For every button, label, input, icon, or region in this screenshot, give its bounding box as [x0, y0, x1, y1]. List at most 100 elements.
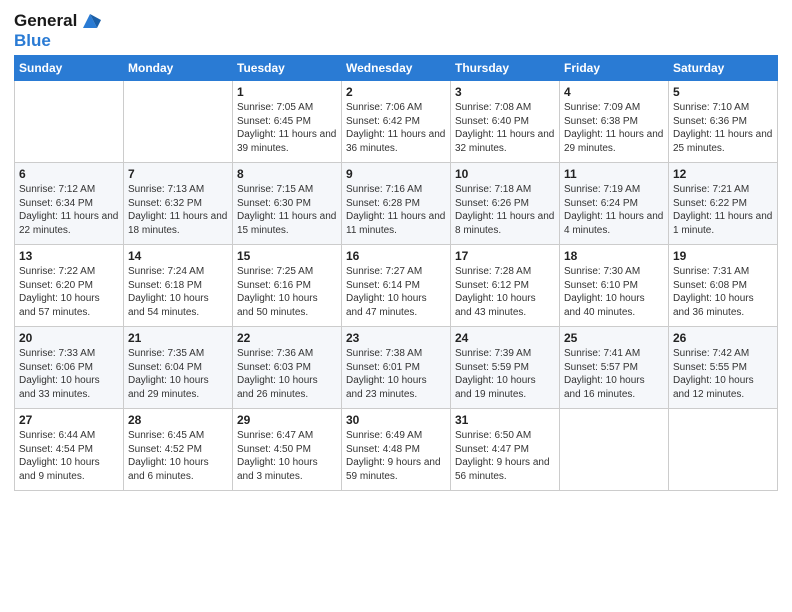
- cell-content: Sunrise: 7:42 AM Sunset: 5:55 PM Dayligh…: [673, 347, 773, 402]
- calendar-cell: 25Sunrise: 7:41 AM Sunset: 5:57 PM Dayli…: [560, 326, 669, 408]
- calendar-cell: 31Sunrise: 6:50 AM Sunset: 4:47 PM Dayli…: [451, 408, 560, 490]
- cell-content: Sunrise: 7:12 AM Sunset: 6:34 PM Dayligh…: [19, 183, 119, 238]
- day-number: 8: [237, 166, 337, 182]
- weekday-tuesday: Tuesday: [233, 55, 342, 80]
- cell-content: Sunrise: 7:21 AM Sunset: 6:22 PM Dayligh…: [673, 183, 773, 238]
- calendar-cell: 9Sunrise: 7:16 AM Sunset: 6:28 PM Daylig…: [342, 162, 451, 244]
- cell-content: Sunrise: 7:18 AM Sunset: 6:26 PM Dayligh…: [455, 183, 555, 238]
- calendar-cell: [124, 80, 233, 162]
- day-number: 10: [455, 166, 555, 182]
- week-row-2: 6Sunrise: 7:12 AM Sunset: 6:34 PM Daylig…: [15, 162, 778, 244]
- day-number: 29: [237, 412, 337, 428]
- calendar-cell: 23Sunrise: 7:38 AM Sunset: 6:01 PM Dayli…: [342, 326, 451, 408]
- cell-content: Sunrise: 7:05 AM Sunset: 6:45 PM Dayligh…: [237, 101, 337, 156]
- calendar-cell: 18Sunrise: 7:30 AM Sunset: 6:10 PM Dayli…: [560, 244, 669, 326]
- calendar-cell: [669, 408, 778, 490]
- week-row-1: 1Sunrise: 7:05 AM Sunset: 6:45 PM Daylig…: [15, 80, 778, 162]
- calendar-cell: 26Sunrise: 7:42 AM Sunset: 5:55 PM Dayli…: [669, 326, 778, 408]
- day-number: 21: [128, 330, 228, 346]
- calendar-cell: 28Sunrise: 6:45 AM Sunset: 4:52 PM Dayli…: [124, 408, 233, 490]
- cell-content: Sunrise: 7:39 AM Sunset: 5:59 PM Dayligh…: [455, 347, 555, 402]
- week-row-4: 20Sunrise: 7:33 AM Sunset: 6:06 PM Dayli…: [15, 326, 778, 408]
- cell-content: Sunrise: 7:25 AM Sunset: 6:16 PM Dayligh…: [237, 265, 337, 320]
- cell-content: Sunrise: 6:49 AM Sunset: 4:48 PM Dayligh…: [346, 429, 446, 484]
- calendar-cell: 19Sunrise: 7:31 AM Sunset: 6:08 PM Dayli…: [669, 244, 778, 326]
- calendar-cell: 17Sunrise: 7:28 AM Sunset: 6:12 PM Dayli…: [451, 244, 560, 326]
- day-number: 2: [346, 84, 446, 100]
- logo-general: General: [14, 12, 77, 31]
- calendar-cell: 1Sunrise: 7:05 AM Sunset: 6:45 PM Daylig…: [233, 80, 342, 162]
- cell-content: Sunrise: 6:44 AM Sunset: 4:54 PM Dayligh…: [19, 429, 119, 484]
- day-number: 9: [346, 166, 446, 182]
- weekday-header-row: SundayMondayTuesdayWednesdayThursdayFrid…: [15, 55, 778, 80]
- calendar-cell: 6Sunrise: 7:12 AM Sunset: 6:34 PM Daylig…: [15, 162, 124, 244]
- calendar-cell: 2Sunrise: 7:06 AM Sunset: 6:42 PM Daylig…: [342, 80, 451, 162]
- calendar-cell: 10Sunrise: 7:18 AM Sunset: 6:26 PM Dayli…: [451, 162, 560, 244]
- cell-content: Sunrise: 7:31 AM Sunset: 6:08 PM Dayligh…: [673, 265, 773, 320]
- day-number: 27: [19, 412, 119, 428]
- page-container: General Blue SundayMondayTuesdayWednesda…: [0, 0, 792, 501]
- cell-content: Sunrise: 7:38 AM Sunset: 6:01 PM Dayligh…: [346, 347, 446, 402]
- cell-content: Sunrise: 6:47 AM Sunset: 4:50 PM Dayligh…: [237, 429, 337, 484]
- day-number: 1: [237, 84, 337, 100]
- calendar-cell: 15Sunrise: 7:25 AM Sunset: 6:16 PM Dayli…: [233, 244, 342, 326]
- day-number: 25: [564, 330, 664, 346]
- day-number: 12: [673, 166, 773, 182]
- calendar-cell: 27Sunrise: 6:44 AM Sunset: 4:54 PM Dayli…: [15, 408, 124, 490]
- calendar-cell: 4Sunrise: 7:09 AM Sunset: 6:38 PM Daylig…: [560, 80, 669, 162]
- week-row-3: 13Sunrise: 7:22 AM Sunset: 6:20 PM Dayli…: [15, 244, 778, 326]
- calendar-cell: 24Sunrise: 7:39 AM Sunset: 5:59 PM Dayli…: [451, 326, 560, 408]
- cell-content: Sunrise: 7:27 AM Sunset: 6:14 PM Dayligh…: [346, 265, 446, 320]
- day-number: 17: [455, 248, 555, 264]
- calendar-cell: 14Sunrise: 7:24 AM Sunset: 6:18 PM Dayli…: [124, 244, 233, 326]
- cell-content: Sunrise: 6:50 AM Sunset: 4:47 PM Dayligh…: [455, 429, 555, 484]
- day-number: 3: [455, 84, 555, 100]
- day-number: 18: [564, 248, 664, 264]
- calendar-cell: 12Sunrise: 7:21 AM Sunset: 6:22 PM Dayli…: [669, 162, 778, 244]
- cell-content: Sunrise: 7:28 AM Sunset: 6:12 PM Dayligh…: [455, 265, 555, 320]
- day-number: 4: [564, 84, 664, 100]
- calendar-cell: 30Sunrise: 6:49 AM Sunset: 4:48 PM Dayli…: [342, 408, 451, 490]
- day-number: 11: [564, 166, 664, 182]
- cell-content: Sunrise: 7:22 AM Sunset: 6:20 PM Dayligh…: [19, 265, 119, 320]
- day-number: 19: [673, 248, 773, 264]
- cell-content: Sunrise: 7:16 AM Sunset: 6:28 PM Dayligh…: [346, 183, 446, 238]
- day-number: 16: [346, 248, 446, 264]
- day-number: 22: [237, 330, 337, 346]
- logo-icon: [79, 10, 101, 32]
- day-number: 6: [19, 166, 119, 182]
- day-number: 23: [346, 330, 446, 346]
- calendar-cell: [560, 408, 669, 490]
- cell-content: Sunrise: 7:35 AM Sunset: 6:04 PM Dayligh…: [128, 347, 228, 402]
- logo-blue: Blue: [14, 32, 103, 51]
- calendar-cell: 5Sunrise: 7:10 AM Sunset: 6:36 PM Daylig…: [669, 80, 778, 162]
- day-number: 24: [455, 330, 555, 346]
- cell-content: Sunrise: 7:24 AM Sunset: 6:18 PM Dayligh…: [128, 265, 228, 320]
- cell-content: Sunrise: 7:13 AM Sunset: 6:32 PM Dayligh…: [128, 183, 228, 238]
- weekday-saturday: Saturday: [669, 55, 778, 80]
- calendar-cell: 22Sunrise: 7:36 AM Sunset: 6:03 PM Dayli…: [233, 326, 342, 408]
- day-number: 7: [128, 166, 228, 182]
- logo-text: General Blue: [14, 10, 103, 51]
- weekday-friday: Friday: [560, 55, 669, 80]
- header: General Blue: [14, 10, 778, 51]
- cell-content: Sunrise: 7:08 AM Sunset: 6:40 PM Dayligh…: [455, 101, 555, 156]
- calendar-cell: 20Sunrise: 7:33 AM Sunset: 6:06 PM Dayli…: [15, 326, 124, 408]
- day-number: 20: [19, 330, 119, 346]
- cell-content: Sunrise: 7:41 AM Sunset: 5:57 PM Dayligh…: [564, 347, 664, 402]
- day-number: 28: [128, 412, 228, 428]
- logo: General Blue: [14, 10, 103, 51]
- week-row-5: 27Sunrise: 6:44 AM Sunset: 4:54 PM Dayli…: [15, 408, 778, 490]
- cell-content: Sunrise: 7:06 AM Sunset: 6:42 PM Dayligh…: [346, 101, 446, 156]
- calendar-cell: [15, 80, 124, 162]
- cell-content: Sunrise: 7:36 AM Sunset: 6:03 PM Dayligh…: [237, 347, 337, 402]
- cell-content: Sunrise: 7:30 AM Sunset: 6:10 PM Dayligh…: [564, 265, 664, 320]
- weekday-sunday: Sunday: [15, 55, 124, 80]
- calendar-cell: 11Sunrise: 7:19 AM Sunset: 6:24 PM Dayli…: [560, 162, 669, 244]
- calendar-cell: 13Sunrise: 7:22 AM Sunset: 6:20 PM Dayli…: [15, 244, 124, 326]
- calendar-cell: 3Sunrise: 7:08 AM Sunset: 6:40 PM Daylig…: [451, 80, 560, 162]
- weekday-wednesday: Wednesday: [342, 55, 451, 80]
- weekday-thursday: Thursday: [451, 55, 560, 80]
- day-number: 31: [455, 412, 555, 428]
- cell-content: Sunrise: 7:09 AM Sunset: 6:38 PM Dayligh…: [564, 101, 664, 156]
